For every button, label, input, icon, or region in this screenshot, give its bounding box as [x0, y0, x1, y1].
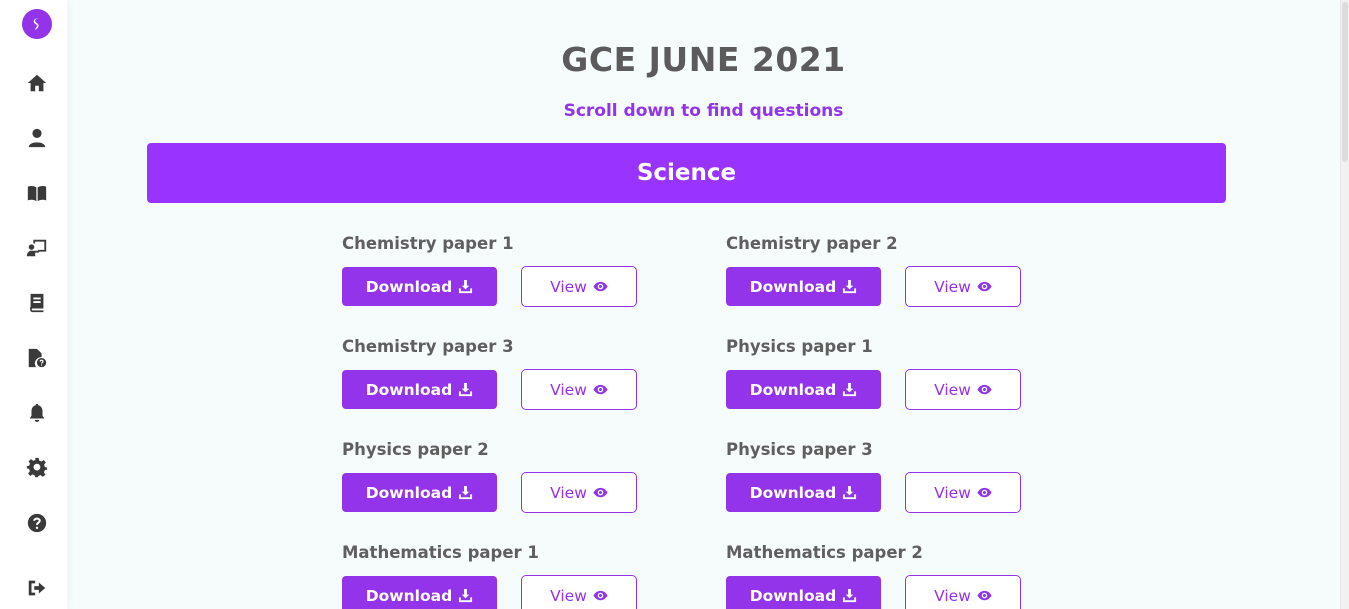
paper-title: Mathematics paper 1	[342, 543, 539, 562]
download-label: Download	[749, 483, 837, 502]
paper-card: Physics paper 3 Download View	[726, 440, 1056, 530]
download-icon	[459, 279, 473, 294]
file-question-icon[interactable]	[24, 345, 50, 371]
download-label: Download	[365, 586, 453, 605]
help-circle-icon[interactable]	[24, 510, 50, 536]
scrollbar-thumb[interactable]	[1342, 2, 1348, 162]
teacher-board-icon[interactable]	[24, 235, 50, 261]
view-button[interactable]: View	[521, 575, 637, 609]
download-button[interactable]: Download	[726, 576, 881, 609]
paper-card: Chemistry paper 3 Download View	[342, 337, 672, 427]
eye-icon	[593, 590, 608, 601]
page-scrollbar[interactable]	[1340, 0, 1349, 609]
eye-icon	[593, 384, 608, 395]
book-open-icon[interactable]	[24, 180, 50, 206]
download-button[interactable]: Download	[726, 473, 881, 512]
view-button[interactable]: View	[905, 369, 1021, 410]
paper-card: Mathematics paper 2 Download View	[726, 543, 1056, 609]
sidebar	[0, 0, 67, 609]
download-icon	[459, 588, 473, 603]
paper-title: Chemistry paper 1	[342, 234, 514, 253]
download-icon	[459, 382, 473, 397]
bell-icon[interactable]	[24, 400, 50, 426]
view-label: View	[934, 586, 971, 605]
download-button[interactable]: Download	[726, 267, 881, 306]
download-icon	[459, 485, 473, 500]
eye-icon	[977, 487, 992, 498]
gear-icon[interactable]	[24, 455, 50, 481]
download-button[interactable]: Download	[726, 370, 881, 409]
view-button[interactable]: View	[521, 266, 637, 307]
download-label: Download	[365, 277, 453, 296]
paper-card: Physics paper 2 Download View	[342, 440, 672, 530]
book-icon[interactable]	[24, 290, 50, 316]
section-header-science: Science	[147, 143, 1226, 203]
home-icon[interactable]	[24, 70, 50, 96]
eye-icon	[977, 384, 992, 395]
view-label: View	[550, 380, 587, 399]
paper-title: Chemistry paper 2	[726, 234, 898, 253]
eye-icon	[977, 281, 992, 292]
view-button[interactable]: View	[905, 575, 1021, 609]
page-subtitle: Scroll down to find questions	[563, 101, 844, 121]
download-label: Download	[749, 380, 837, 399]
download-icon	[843, 279, 857, 294]
download-button[interactable]: Download	[342, 576, 497, 609]
download-label: Download	[749, 586, 837, 605]
download-label: Download	[365, 380, 453, 399]
view-label: View	[934, 277, 971, 296]
view-label: View	[934, 380, 971, 399]
view-button[interactable]: View	[905, 472, 1021, 513]
eye-icon	[593, 487, 608, 498]
paper-title: Physics paper 2	[342, 440, 489, 459]
view-button[interactable]: View	[521, 472, 637, 513]
download-label: Download	[365, 483, 453, 502]
paper-card: Chemistry paper 1 Download View	[342, 234, 672, 324]
download-icon	[843, 588, 857, 603]
user-icon[interactable]	[24, 125, 50, 151]
download-icon	[843, 485, 857, 500]
paper-title: Physics paper 1	[726, 337, 873, 356]
view-label: View	[934, 483, 971, 502]
view-label: View	[550, 277, 587, 296]
page-title: GCE JUNE 2021	[561, 40, 846, 79]
view-label: View	[550, 483, 587, 502]
eye-icon	[977, 590, 992, 601]
brand-logo-icon[interactable]	[22, 9, 52, 39]
paper-card: Mathematics paper 1 Download View	[342, 543, 672, 609]
paper-title: Mathematics paper 2	[726, 543, 923, 562]
download-button[interactable]: Download	[342, 267, 497, 306]
download-button[interactable]: Download	[342, 473, 497, 512]
download-icon	[843, 382, 857, 397]
paper-title: Chemistry paper 3	[342, 337, 514, 356]
eye-icon	[593, 281, 608, 292]
view-button[interactable]: View	[521, 369, 637, 410]
paper-card: Physics paper 1 Download View	[726, 337, 1056, 427]
view-label: View	[550, 586, 587, 605]
download-button[interactable]: Download	[342, 370, 497, 409]
logout-icon[interactable]	[24, 575, 50, 601]
paper-title: Physics paper 3	[726, 440, 873, 459]
download-label: Download	[749, 277, 837, 296]
paper-card: Chemistry paper 2 Download View	[726, 234, 1056, 324]
view-button[interactable]: View	[905, 266, 1021, 307]
